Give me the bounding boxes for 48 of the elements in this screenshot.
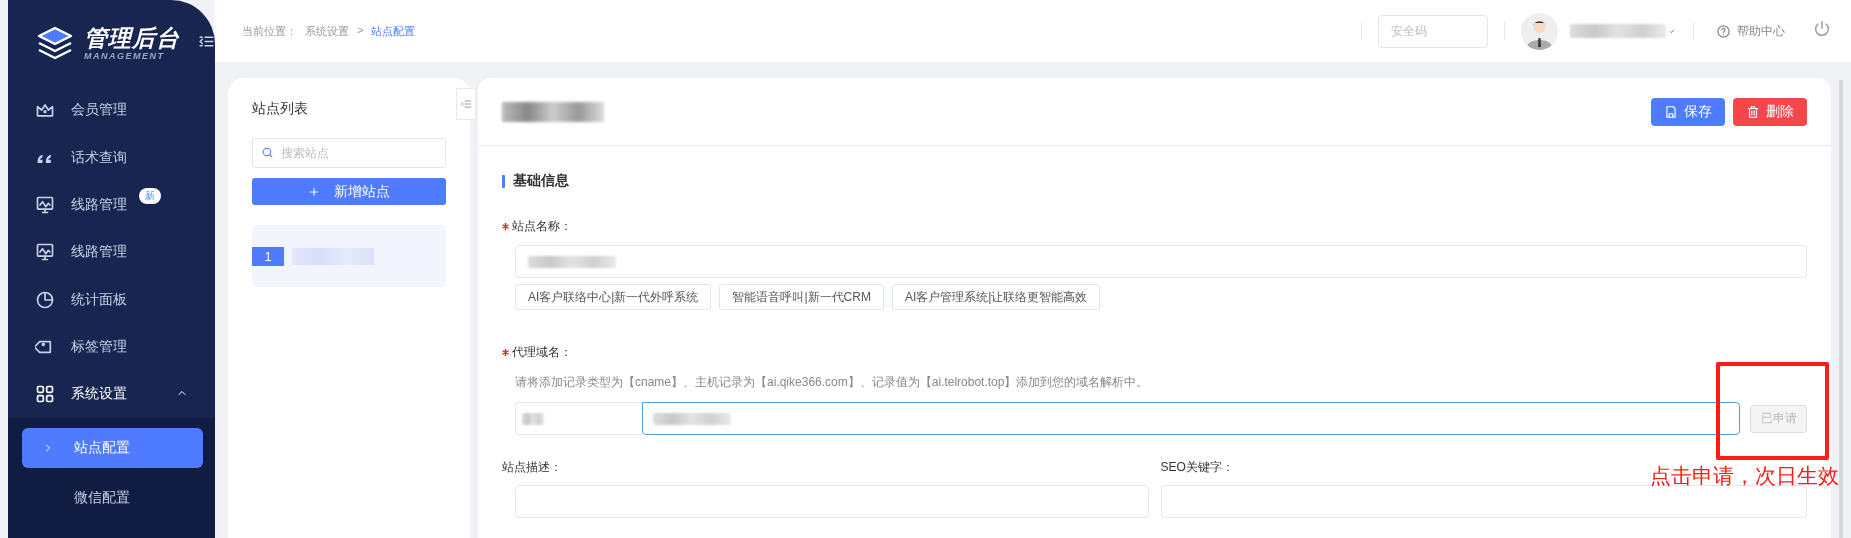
new-badge: 新 <box>139 188 161 205</box>
logo-subtitle: MANAGEMENT <box>84 51 166 61</box>
site-list-item[interactable]: 1 <box>252 225 446 287</box>
menu-item[interactable]: 统计面板 <box>8 276 215 324</box>
save-button[interactable]: 保存 <box>1651 97 1725 126</box>
suggestion-tag[interactable]: AI客户管理系统|让联络更智能高效 <box>891 284 1101 310</box>
help-center-link[interactable]: 帮助中心 <box>1710 21 1791 41</box>
field-label: 代理域名： <box>502 344 1807 360</box>
breadcrumb-separator: > <box>357 23 364 38</box>
delete-button[interactable]: 删除 <box>1733 97 1807 126</box>
panel-title: 站点列表 <box>252 100 309 118</box>
add-site-button[interactable]: 新增站点 <box>252 178 446 205</box>
field-label: 站点描述： <box>502 459 563 475</box>
annotation-text: 点击申请，次日生效 <box>1650 463 1839 489</box>
suggestion-tag[interactable]: AI客户联络中心|新一代外呼系统 <box>515 284 712 310</box>
menu-item[interactable]: 会员管理 <box>8 86 215 135</box>
help-icon <box>1716 23 1731 39</box>
description-field[interactable] <box>515 485 1149 518</box>
submenu-item[interactable]: 站点配置 <box>22 428 203 469</box>
monitor-chart-icon <box>35 242 55 263</box>
menu-item[interactable]: 系统设置 <box>8 370 215 419</box>
list-collapse-icon <box>460 98 472 110</box>
pie-chart-icon <box>35 289 55 310</box>
trash-icon <box>1746 104 1760 119</box>
suggestion-tag[interactable]: 智能语音呼叫|新一代CRM <box>719 284 884 310</box>
menu-item[interactable]: 线路管理 新 <box>8 181 215 229</box>
breadcrumb-label: 当前位置： <box>242 23 297 39</box>
stacked-layers-icon <box>36 26 74 61</box>
menu-item[interactable]: 线路管理 <box>8 228 215 277</box>
field-label: 站点名称： <box>502 218 1807 234</box>
domain-prefix-field[interactable] <box>515 402 642 435</box>
menu-item[interactable]: 话术查询 <box>8 134 215 182</box>
power-icon[interactable] <box>1813 20 1831 38</box>
domain-hint: 请将添加记录类型为【cname】、主机记录为【ai.qike366.com】、记录值为【ai.telrobot.top】添加到您的域名解析中。 <box>515 374 1150 391</box>
submenu-item[interactable]: 微信配置 <box>22 478 203 519</box>
site-name-field[interactable] <box>515 245 1807 278</box>
grid-icon <box>35 384 55 405</box>
plus-icon <box>308 185 320 198</box>
breadcrumb-link[interactable]: 站点配置 <box>371 23 416 39</box>
section-title: 基础信息 <box>513 172 569 190</box>
search-field[interactable]: 搜索站点 <box>252 138 446 168</box>
monitor-chart-icon <box>35 195 55 216</box>
security-code-field[interactable]: 安全码 <box>1378 14 1488 48</box>
domain-field[interactable] <box>642 402 1740 435</box>
menu-item[interactable]: 标签管理 <box>8 323 215 371</box>
logo-title: 管理后台 <box>84 25 180 51</box>
panel-toggle[interactable] <box>456 88 476 120</box>
seo-keywords-field[interactable] <box>1160 485 1807 518</box>
